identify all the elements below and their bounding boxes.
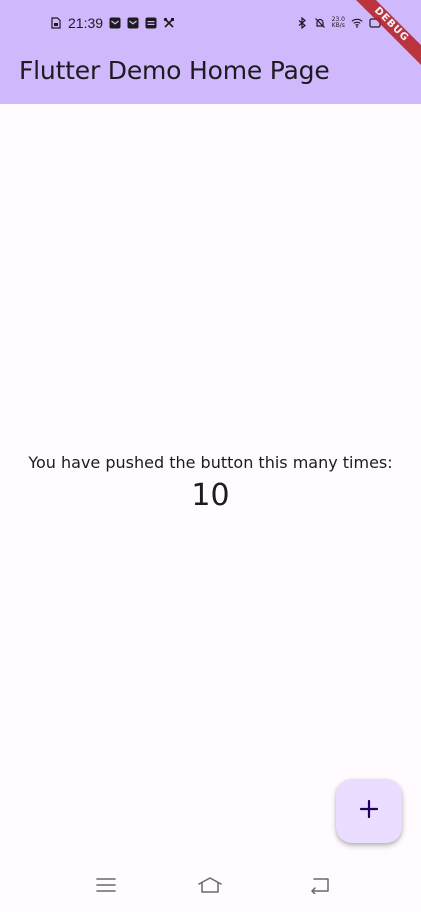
menu-icon (95, 877, 117, 898)
mail-icon (109, 17, 121, 29)
status-time: 21:39 (68, 15, 104, 31)
home-icon (197, 876, 223, 899)
status-bar: 21:39 23.0 KB/s (0, 0, 421, 44)
nav-home-button[interactable] (197, 876, 223, 898)
wifi-icon (351, 17, 363, 29)
network-speed-unit: KB/s (331, 22, 345, 29)
mail-icon (127, 17, 139, 29)
system-nav-bar (0, 864, 421, 912)
app-bar: 21:39 23.0 KB/s Flutter Demo Home Page (0, 0, 421, 104)
counter-block: You have pushed the button this many tim… (0, 452, 421, 514)
network-speed: 23.0 KB/s (332, 17, 345, 29)
battery-icon (369, 17, 381, 29)
status-left: 21:39 (50, 14, 175, 32)
increment-button[interactable] (336, 779, 402, 843)
tools-icon (163, 17, 175, 29)
counter-label: You have pushed the button this many tim… (28, 453, 393, 472)
counter-value: 10 (191, 478, 230, 513)
nav-menu-button[interactable] (93, 876, 119, 898)
mute-icon (314, 17, 326, 29)
message-icon (145, 17, 157, 29)
bluetooth-icon (296, 17, 308, 29)
nav-back-button[interactable] (307, 876, 333, 898)
back-icon (308, 876, 332, 899)
status-right: 23.0 KB/s (296, 14, 381, 32)
plus-icon (359, 799, 379, 824)
page-title: Flutter Demo Home Page (19, 56, 330, 85)
sim-icon (50, 17, 62, 29)
